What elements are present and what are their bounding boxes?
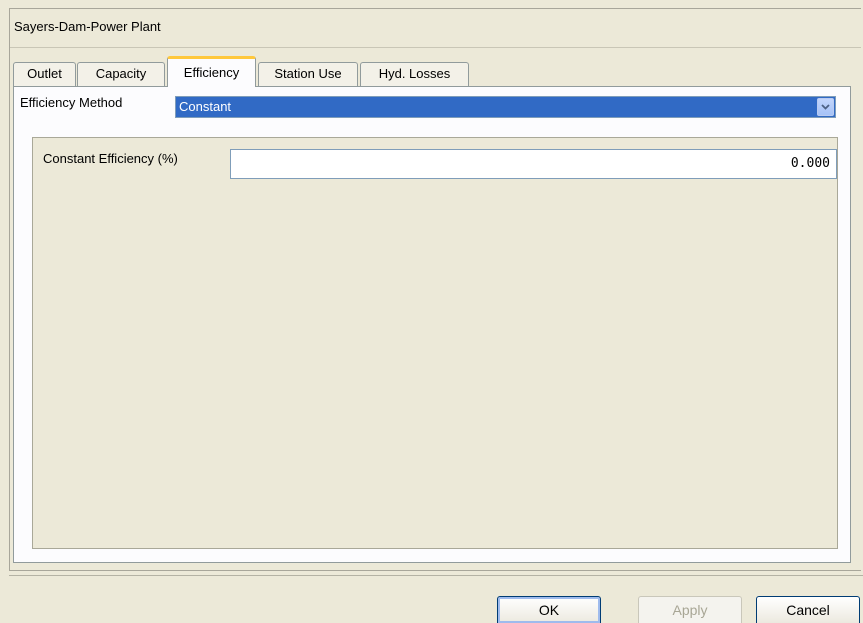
tab-efficiency[interactable]: Efficiency <box>167 56 256 87</box>
cancel-button[interactable]: Cancel <box>756 596 860 623</box>
tab-hyd-losses[interactable]: Hyd. Losses <box>360 62 469 86</box>
frame-title: Sayers-Dam-Power Plant <box>10 9 861 48</box>
button-divider <box>9 575 863 576</box>
constant-efficiency-input[interactable]: 0.000 <box>230 149 837 179</box>
efficiency-method-select[interactable]: Constant <box>175 96 836 118</box>
apply-button[interactable]: Apply <box>638 596 742 623</box>
tab-station-use[interactable]: Station Use <box>258 62 358 86</box>
ok-button[interactable]: OK <box>497 596 601 623</box>
constant-efficiency-group: Constant Efficiency (%) 0.000 <box>32 137 838 549</box>
tab-capacity[interactable]: Capacity <box>77 62 165 86</box>
constant-efficiency-label: Constant Efficiency (%) <box>43 151 178 166</box>
efficiency-method-value: Constant <box>179 99 232 114</box>
efficiency-method-label: Efficiency Method <box>20 95 123 110</box>
efficiency-panel: Efficiency Method Constant Constant Effi… <box>13 86 851 563</box>
tab-outlet[interactable]: Outlet <box>13 62 76 86</box>
chevron-down-icon[interactable] <box>817 98 834 116</box>
